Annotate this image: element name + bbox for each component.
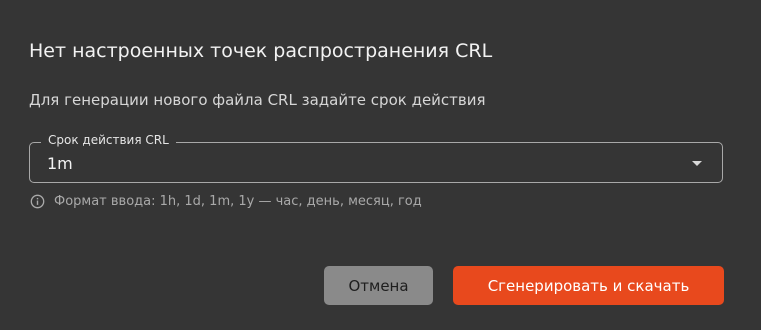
crl-dialog: Нет настроенных точек распространения CR… bbox=[0, 0, 761, 330]
crl-validity-label: Срок действия CRL bbox=[41, 133, 176, 147]
crl-validity-select[interactable]: Срок действия CRL 1m bbox=[29, 133, 723, 183]
generate-and-download-button[interactable]: Сгенерировать и скачать bbox=[453, 266, 724, 305]
info-icon bbox=[30, 194, 45, 209]
dialog-description: Для генерации нового файла CRL задайте с… bbox=[29, 91, 486, 109]
chevron-down-icon[interactable] bbox=[692, 161, 702, 166]
format-hint: Формат ввода: 1h, 1d, 1m, 1y — час, день… bbox=[30, 194, 422, 209]
format-hint-text: Формат ввода: 1h, 1d, 1m, 1y — час, день… bbox=[54, 194, 422, 209]
crl-validity-value: 1m bbox=[47, 154, 73, 173]
dialog-title: Нет настроенных точек распространения CR… bbox=[29, 40, 493, 62]
cancel-button[interactable]: Отмена bbox=[324, 266, 433, 305]
